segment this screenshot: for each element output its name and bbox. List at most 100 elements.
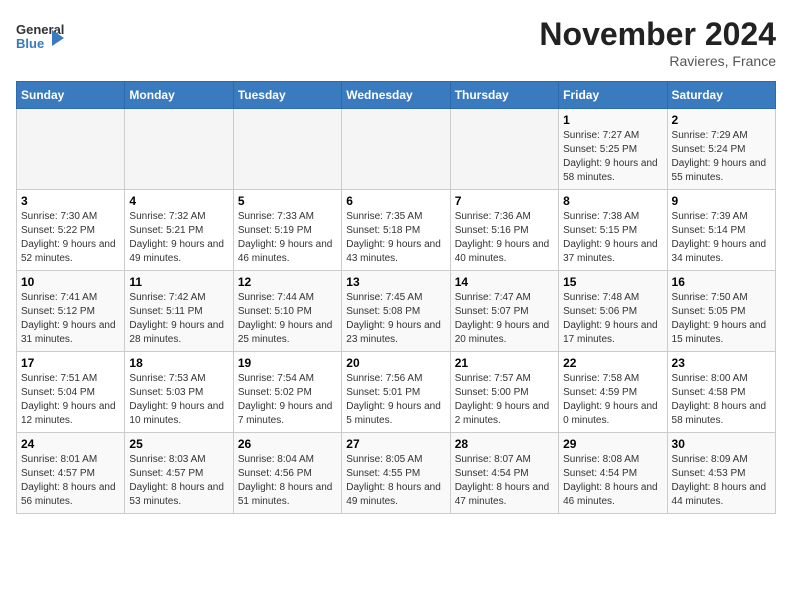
day-number: 20: [346, 356, 445, 370]
day-info: Sunrise: 8:03 AM Sunset: 4:57 PM Dayligh…: [129, 453, 228, 509]
col-header-monday: Monday: [125, 82, 233, 109]
day-info: Sunrise: 7:54 AM Sunset: 5:02 PM Dayligh…: [238, 372, 337, 428]
day-number: 30: [672, 437, 771, 451]
day-number: 14: [455, 275, 554, 289]
day-number: 27: [346, 437, 445, 451]
day-number: 21: [455, 356, 554, 370]
day-info: Sunrise: 7:36 AM Sunset: 5:16 PM Dayligh…: [455, 210, 554, 266]
page-subtitle: Ravieres, France: [539, 53, 776, 69]
day-info: Sunrise: 8:04 AM Sunset: 4:56 PM Dayligh…: [238, 453, 337, 509]
col-header-saturday: Saturday: [667, 82, 775, 109]
calendar-cell: [233, 109, 341, 190]
calendar-cell: 6 Sunrise: 7:35 AM Sunset: 5:18 PM Daylig…: [342, 190, 450, 271]
title-block: November 2024 Ravieres, France: [539, 16, 776, 69]
calendar-cell: 7 Sunrise: 7:36 AM Sunset: 5:16 PM Daylig…: [450, 190, 558, 271]
day-info: Sunrise: 8:00 AM Sunset: 4:58 PM Dayligh…: [672, 372, 771, 428]
day-number: 16: [672, 275, 771, 289]
day-number: 23: [672, 356, 771, 370]
day-info: Sunrise: 7:47 AM Sunset: 5:07 PM Dayligh…: [455, 291, 554, 347]
calendar-cell: 4 Sunrise: 7:32 AM Sunset: 5:21 PM Daylig…: [125, 190, 233, 271]
day-info: Sunrise: 7:58 AM Sunset: 4:59 PM Dayligh…: [563, 372, 662, 428]
day-number: 25: [129, 437, 228, 451]
day-info: Sunrise: 7:57 AM Sunset: 5:00 PM Dayligh…: [455, 372, 554, 428]
calendar-cell: 26 Sunrise: 8:04 AM Sunset: 4:56 PM Dayli…: [233, 433, 341, 514]
day-number: 7: [455, 194, 554, 208]
calendar-cell: 1Sunrise: 7:27 AM Sunset: 5:25 PM Daylig…: [559, 109, 667, 190]
day-info: Sunrise: 7:51 AM Sunset: 5:04 PM Dayligh…: [21, 372, 120, 428]
day-info: Sunrise: 8:07 AM Sunset: 4:54 PM Dayligh…: [455, 453, 554, 509]
day-number: 17: [21, 356, 120, 370]
calendar-cell: 12 Sunrise: 7:44 AM Sunset: 5:10 PM Dayli…: [233, 271, 341, 352]
calendar-cell: 10Sunrise: 7:41 AM Sunset: 5:12 PM Dayli…: [17, 271, 125, 352]
day-info: Sunrise: 8:01 AM Sunset: 4:57 PM Dayligh…: [21, 453, 120, 509]
day-number: 3: [21, 194, 120, 208]
day-number: 18: [129, 356, 228, 370]
col-header-tuesday: Tuesday: [233, 82, 341, 109]
calendar-cell: 8 Sunrise: 7:38 AM Sunset: 5:15 PM Daylig…: [559, 190, 667, 271]
day-number: 9: [672, 194, 771, 208]
calendar-cell: [450, 109, 558, 190]
day-number: 13: [346, 275, 445, 289]
calendar-cell: 9 Sunrise: 7:39 AM Sunset: 5:14 PM Daylig…: [667, 190, 775, 271]
page-header: General Blue November 2024 Ravieres, Fra…: [16, 16, 776, 69]
day-number: 19: [238, 356, 337, 370]
day-info: Sunrise: 7:30 AM Sunset: 5:22 PM Dayligh…: [21, 210, 120, 266]
calendar-cell: 24 Sunrise: 8:01 AM Sunset: 4:57 PM Dayli…: [17, 433, 125, 514]
calendar-cell: 2Sunrise: 7:29 AM Sunset: 5:24 PM Daylig…: [667, 109, 775, 190]
calendar-cell: 28 Sunrise: 8:07 AM Sunset: 4:54 PM Dayli…: [450, 433, 558, 514]
day-info: Sunrise: 7:32 AM Sunset: 5:21 PM Dayligh…: [129, 210, 228, 266]
calendar-cell: 30 Sunrise: 8:09 AM Sunset: 4:53 PM Dayli…: [667, 433, 775, 514]
logo-icon: General Blue: [16, 16, 64, 61]
day-info: Sunrise: 7:42 AM Sunset: 5:11 PM Dayligh…: [129, 291, 228, 347]
calendar-cell: 21 Sunrise: 7:57 AM Sunset: 5:00 PM Dayli…: [450, 352, 558, 433]
day-info: Sunrise: 7:53 AM Sunset: 5:03 PM Dayligh…: [129, 372, 228, 428]
day-info: Sunrise: 7:44 AM Sunset: 5:10 PM Dayligh…: [238, 291, 337, 347]
day-number: 29: [563, 437, 662, 451]
day-number: 6: [346, 194, 445, 208]
calendar-cell: 18 Sunrise: 7:53 AM Sunset: 5:03 PM Dayli…: [125, 352, 233, 433]
day-info: Sunrise: 7:27 AM Sunset: 5:25 PM Dayligh…: [563, 129, 662, 185]
calendar-cell: 22Sunrise: 7:58 AM Sunset: 4:59 PM Dayli…: [559, 352, 667, 433]
day-info: Sunrise: 7:41 AM Sunset: 5:12 PM Dayligh…: [21, 291, 120, 347]
calendar-cell: 11 Sunrise: 7:42 AM Sunset: 5:11 PM Dayli…: [125, 271, 233, 352]
col-header-friday: Friday: [559, 82, 667, 109]
day-number: 12: [238, 275, 337, 289]
calendar-cell: 25 Sunrise: 8:03 AM Sunset: 4:57 PM Dayli…: [125, 433, 233, 514]
day-number: 2: [672, 113, 771, 127]
day-number: 28: [455, 437, 554, 451]
page-title: November 2024: [539, 16, 776, 53]
day-info: Sunrise: 7:38 AM Sunset: 5:15 PM Dayligh…: [563, 210, 662, 266]
day-info: Sunrise: 7:48 AM Sunset: 5:06 PM Dayligh…: [563, 291, 662, 347]
day-number: 8: [563, 194, 662, 208]
calendar-cell: 13 Sunrise: 7:45 AM Sunset: 5:08 PM Dayli…: [342, 271, 450, 352]
day-info: Sunrise: 7:45 AM Sunset: 5:08 PM Dayligh…: [346, 291, 445, 347]
day-number: 15: [563, 275, 662, 289]
calendar-cell: 19 Sunrise: 7:54 AM Sunset: 5:02 PM Dayli…: [233, 352, 341, 433]
calendar-cell: 27 Sunrise: 8:05 AM Sunset: 4:55 PM Dayli…: [342, 433, 450, 514]
calendar-header-row: SundayMondayTuesdayWednesdayThursdayFrid…: [17, 82, 776, 109]
calendar-cell: 20Sunrise: 7:56 AM Sunset: 5:01 PM Dayli…: [342, 352, 450, 433]
col-header-sunday: Sunday: [17, 82, 125, 109]
col-header-thursday: Thursday: [450, 82, 558, 109]
calendar-week-3: 10Sunrise: 7:41 AM Sunset: 5:12 PM Dayli…: [17, 271, 776, 352]
day-number: 5: [238, 194, 337, 208]
calendar-week-5: 24 Sunrise: 8:01 AM Sunset: 4:57 PM Dayli…: [17, 433, 776, 514]
calendar-cell: 29Sunrise: 8:08 AM Sunset: 4:54 PM Dayli…: [559, 433, 667, 514]
day-info: Sunrise: 7:35 AM Sunset: 5:18 PM Dayligh…: [346, 210, 445, 266]
day-info: Sunrise: 8:05 AM Sunset: 4:55 PM Dayligh…: [346, 453, 445, 509]
logo: General Blue: [16, 16, 64, 61]
day-number: 11: [129, 275, 228, 289]
day-info: Sunrise: 7:33 AM Sunset: 5:19 PM Dayligh…: [238, 210, 337, 266]
day-info: Sunrise: 7:39 AM Sunset: 5:14 PM Dayligh…: [672, 210, 771, 266]
day-number: 4: [129, 194, 228, 208]
calendar-table: SundayMondayTuesdayWednesdayThursdayFrid…: [16, 81, 776, 514]
day-info: Sunrise: 7:50 AM Sunset: 5:05 PM Dayligh…: [672, 291, 771, 347]
day-number: 24: [21, 437, 120, 451]
calendar-week-4: 17 Sunrise: 7:51 AM Sunset: 5:04 PM Dayli…: [17, 352, 776, 433]
day-info: Sunrise: 8:09 AM Sunset: 4:53 PM Dayligh…: [672, 453, 771, 509]
day-number: 26: [238, 437, 337, 451]
svg-text:Blue: Blue: [16, 36, 44, 51]
calendar-cell: 17 Sunrise: 7:51 AM Sunset: 5:04 PM Dayli…: [17, 352, 125, 433]
calendar-cell: 5 Sunrise: 7:33 AM Sunset: 5:19 PM Daylig…: [233, 190, 341, 271]
calendar-cell: 15 Sunrise: 7:48 AM Sunset: 5:06 PM Dayli…: [559, 271, 667, 352]
